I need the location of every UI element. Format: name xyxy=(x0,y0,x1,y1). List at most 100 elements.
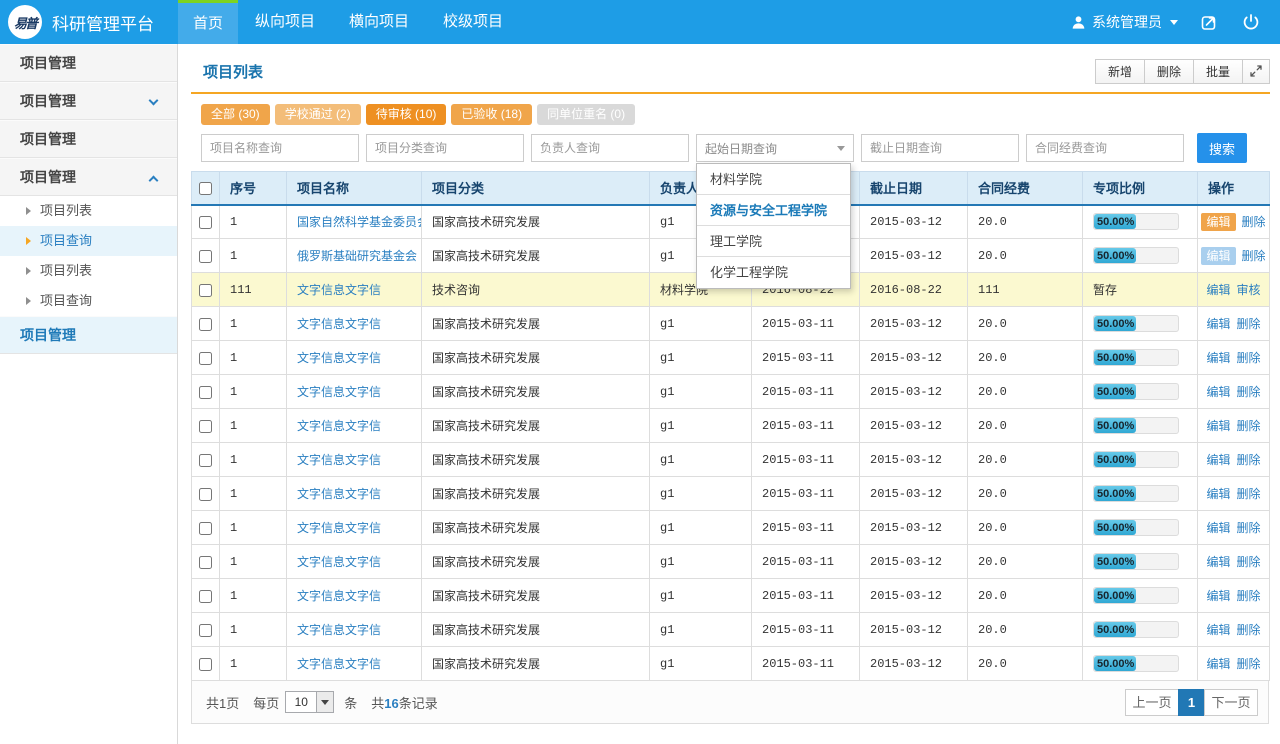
dropdown-option[interactable]: 理工学院 xyxy=(697,226,850,257)
edit-button[interactable]: 编辑 xyxy=(1206,521,1230,535)
sidebar-item[interactable]: 项目管理 xyxy=(0,316,177,354)
edit-button[interactable]: 编辑 xyxy=(1206,657,1230,671)
sidebar-item[interactable]: 项目列表 xyxy=(0,196,177,226)
nav-tab[interactable]: 横向项目 xyxy=(335,0,423,44)
power-icon[interactable] xyxy=(1242,13,1260,31)
edit-button[interactable]: 编辑 xyxy=(1206,623,1230,637)
leader-search-input[interactable] xyxy=(531,134,689,162)
row-checkbox[interactable] xyxy=(199,352,212,365)
project-name-search-input[interactable] xyxy=(201,134,359,162)
filter-pill[interactable]: 待审核 (10) xyxy=(366,104,447,125)
edit-button[interactable]: 编辑 xyxy=(1206,351,1230,365)
delete-button[interactable]: 删除 xyxy=(1242,249,1266,263)
user-menu[interactable]: 系统管理员 xyxy=(1071,12,1178,32)
row-checkbox[interactable] xyxy=(199,250,212,263)
page-1-button[interactable]: 1 xyxy=(1178,689,1205,716)
select-dropdown-button[interactable] xyxy=(316,692,333,712)
per-page-select[interactable]: 10 xyxy=(285,691,334,713)
filter-pill[interactable]: 学校通过 (2) xyxy=(275,104,361,125)
row-checkbox[interactable] xyxy=(199,386,212,399)
row-checkbox[interactable] xyxy=(199,624,212,637)
cell-project-name[interactable]: 文字信息文字信 xyxy=(287,409,422,443)
delete-button[interactable]: 删除 xyxy=(1237,589,1261,603)
edit-button[interactable]: 编辑 xyxy=(1201,247,1235,265)
edit-button[interactable]: 编辑 xyxy=(1206,487,1230,501)
start-date-select[interactable]: 起始日期查询 xyxy=(696,134,854,162)
row-checkbox[interactable] xyxy=(199,454,212,467)
delete-button[interactable]: 删除 xyxy=(1237,555,1261,569)
nav-tab[interactable]: 校级项目 xyxy=(429,0,517,44)
sidebar-item[interactable]: 项目查询 xyxy=(0,286,177,316)
row-checkbox[interactable] xyxy=(199,590,212,603)
select-all-checkbox[interactable] xyxy=(199,182,212,195)
cell-project-name[interactable]: 文字信息文字信 xyxy=(287,375,422,409)
expand-button[interactable] xyxy=(1242,59,1270,84)
edit-button[interactable]: 编辑 xyxy=(1206,317,1230,331)
cell-project-name[interactable]: 文字信息文字信 xyxy=(287,443,422,477)
dropdown-option[interactable]: 资源与安全工程学院 xyxy=(697,195,850,226)
delete-button[interactable]: 删除 xyxy=(1237,453,1261,467)
edit-button[interactable]: 编辑 xyxy=(1206,283,1230,297)
nav-tab[interactable]: 首页 xyxy=(178,0,238,44)
sidebar-item[interactable]: 项目管理 xyxy=(0,44,177,82)
edit-button[interactable]: 编辑 xyxy=(1206,589,1230,603)
cell-project-name[interactable]: 俄罗斯基础研究基金会 xyxy=(287,239,422,273)
row-checkbox[interactable] xyxy=(199,522,212,535)
delete-button[interactable]: 删除 xyxy=(1237,657,1261,671)
delete-button[interactable]: 删除 xyxy=(1237,521,1261,535)
cell-project-name[interactable]: 文字信息文字信 xyxy=(287,613,422,647)
nav-tab[interactable]: 纵向项目 xyxy=(241,0,329,44)
cell-project-name[interactable]: 文字信息文字信 xyxy=(287,545,422,579)
exit-icon[interactable] xyxy=(1200,13,1220,32)
search-button[interactable]: 搜索 xyxy=(1197,133,1247,163)
next-page-button[interactable]: 下一页 xyxy=(1204,689,1258,716)
sidebar-item[interactable]: 项目管理 xyxy=(0,120,177,158)
row-checkbox[interactable] xyxy=(199,318,212,331)
delete-button[interactable]: 删除 xyxy=(1237,351,1261,365)
cell-project-name[interactable]: 文字信息文字信 xyxy=(287,341,422,375)
table-row: 1文字信息文字信国家高技术研究发展g12015-03-112015-03-122… xyxy=(192,375,1270,409)
delete-button[interactable]: 删除 xyxy=(1237,385,1261,399)
audit-button[interactable]: 审核 xyxy=(1237,283,1261,297)
delete-button[interactable]: 删除 xyxy=(1237,419,1261,433)
cell-project-name[interactable]: 文字信息文字信 xyxy=(287,477,422,511)
row-checkbox[interactable] xyxy=(199,284,212,297)
cell-project-name[interactable]: 文字信息文字信 xyxy=(287,511,422,545)
edit-button[interactable]: 编辑 xyxy=(1206,453,1230,467)
edit-button[interactable]: 编辑 xyxy=(1206,385,1230,399)
prev-page-button[interactable]: 上一页 xyxy=(1125,689,1179,716)
cell-project-name[interactable]: 文字信息文字信 xyxy=(287,579,422,613)
cell-project-name[interactable]: 文字信息文字信 xyxy=(287,647,422,681)
delete-button[interactable]: 删除 xyxy=(1144,59,1194,84)
filter-pill[interactable]: 全部 (30) xyxy=(201,104,270,125)
dropdown-option[interactable]: 材料学院 xyxy=(697,164,850,195)
sidebar-item[interactable]: 项目管理 xyxy=(0,82,177,120)
edit-button[interactable]: 编辑 xyxy=(1206,419,1230,433)
end-date-search-input[interactable] xyxy=(861,134,1019,162)
sidebar-item[interactable]: 项目管理 xyxy=(0,158,177,196)
project-category-search-input[interactable] xyxy=(366,134,524,162)
row-checkbox[interactable] xyxy=(199,658,212,671)
edit-button[interactable]: 编辑 xyxy=(1206,555,1230,569)
row-checkbox[interactable] xyxy=(199,216,212,229)
row-checkbox[interactable] xyxy=(199,420,212,433)
sidebar-item[interactable]: 项目列表 xyxy=(0,256,177,286)
sidebar-item[interactable]: 项目查询 xyxy=(0,226,177,256)
cell-seq: 1 xyxy=(220,409,287,443)
batch-button[interactable]: 批量 xyxy=(1193,59,1243,84)
row-checkbox[interactable] xyxy=(199,556,212,569)
delete-button[interactable]: 删除 xyxy=(1242,215,1266,229)
add-button[interactable]: 新增 xyxy=(1095,59,1145,84)
edit-button[interactable]: 编辑 xyxy=(1201,213,1235,231)
delete-button[interactable]: 删除 xyxy=(1237,487,1261,501)
cell-project-name[interactable]: 文字信息文字信 xyxy=(287,273,422,307)
cell-project-name[interactable]: 国家自然科学基金委员会 xyxy=(287,205,422,239)
delete-button[interactable]: 删除 xyxy=(1237,317,1261,331)
cell-project-name[interactable]: 文字信息文字信 xyxy=(287,307,422,341)
delete-button[interactable]: 删除 xyxy=(1237,623,1261,637)
filter-pill[interactable]: 已验收 (18) xyxy=(451,104,532,125)
filter-pill[interactable]: 同单位重名 (0) xyxy=(537,104,635,125)
row-checkbox[interactable] xyxy=(199,488,212,501)
contract-fee-search-input[interactable] xyxy=(1026,134,1184,162)
dropdown-option[interactable]: 化学工程学院 xyxy=(697,257,850,288)
